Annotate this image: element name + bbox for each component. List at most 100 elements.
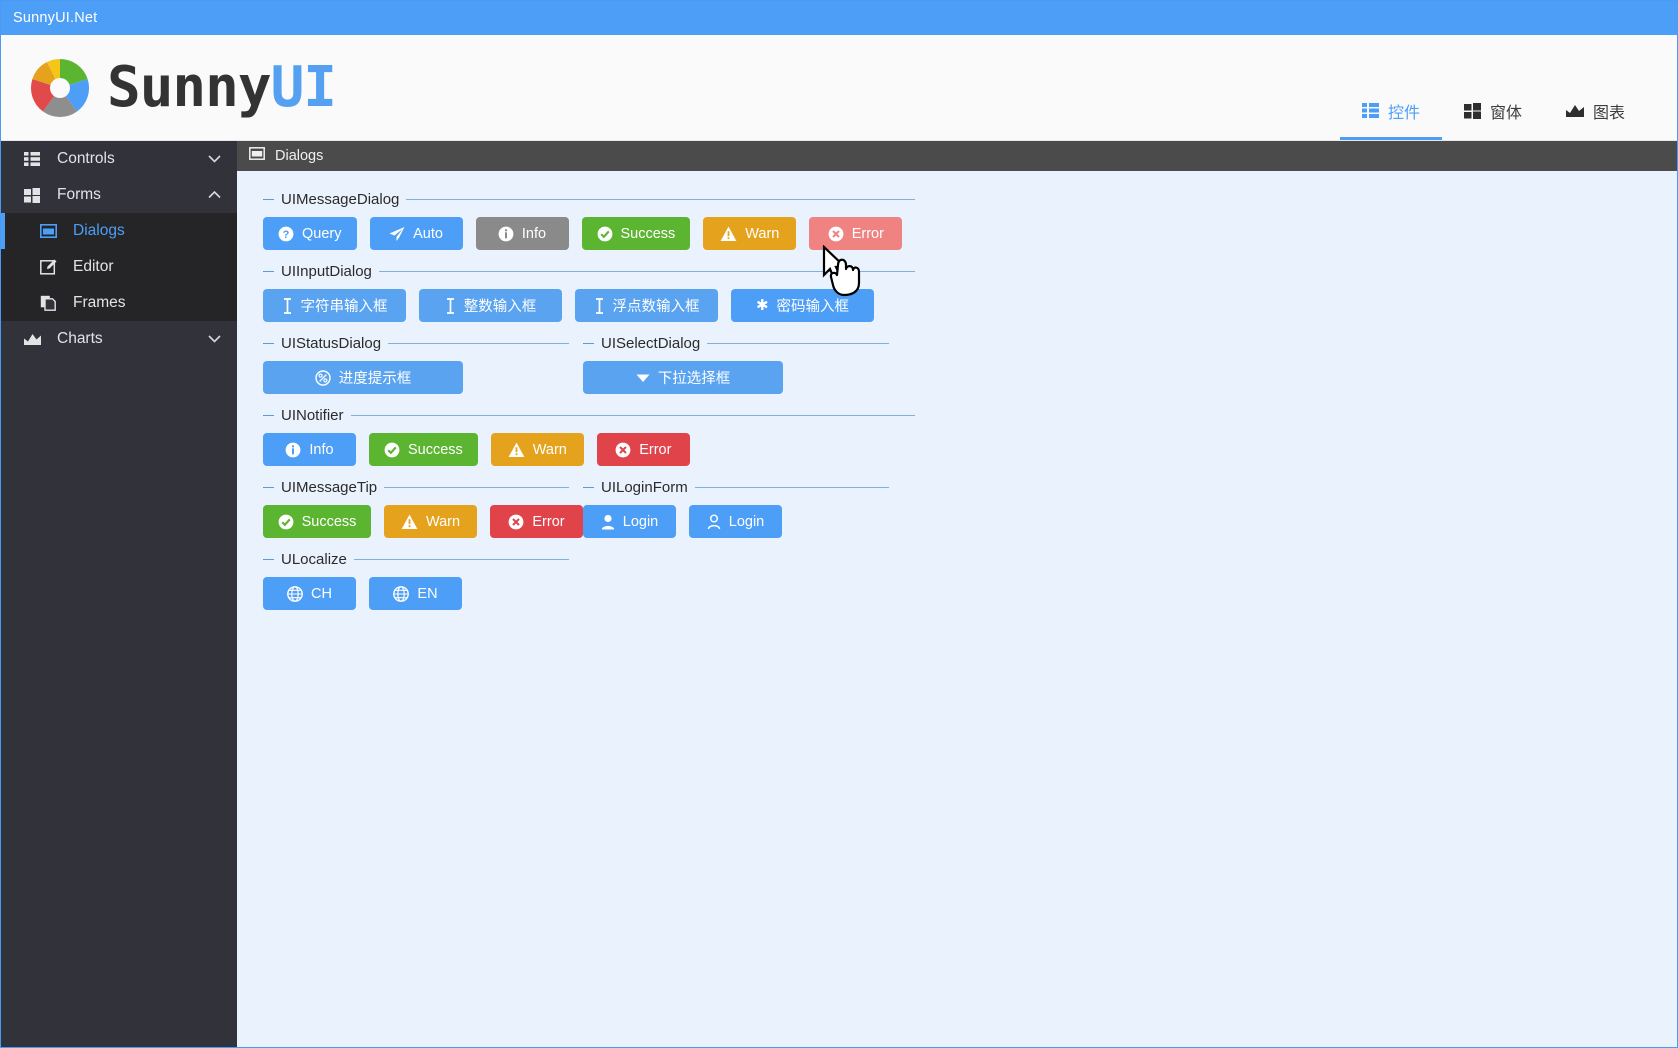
tab-forms-label: 窗体	[1489, 104, 1522, 122]
sidebar-item-editor[interactable]: Editor	[1, 249, 237, 285]
group-header-message-dialog: UIMessageDialog	[263, 191, 915, 208]
warning-triangle-icon	[508, 442, 525, 458]
user-solid-icon	[601, 514, 615, 530]
logo-word-ui: UI	[270, 54, 337, 120]
button-label: Warn	[745, 225, 780, 242]
chevron-up-icon	[208, 186, 221, 204]
globe-icon	[393, 585, 410, 602]
group-rule	[694, 487, 889, 488]
button-label: 进度提示框	[338, 371, 412, 387]
group-header-localize: ULocalize	[263, 551, 569, 568]
group-dash	[263, 199, 274, 200]
group-header-select-dialog: UISelectDialog	[583, 335, 889, 352]
integer-input-button[interactable]: 整数输入框	[419, 289, 562, 322]
dropdown-select-button[interactable]: 下拉选择框	[583, 361, 783, 394]
login-solid-button[interactable]: Login	[583, 505, 676, 538]
localize-en-button[interactable]: EN	[369, 577, 462, 610]
sidebar-item-label: Controls	[57, 150, 115, 167]
password-input-button[interactable]: ✱ 密码输入框	[731, 289, 874, 322]
logo-word-sunny: Sunny	[107, 54, 272, 120]
tab-forms[interactable]: 窗体	[1442, 94, 1544, 140]
button-row-input-dialog: 字符串输入框 整数输入框 浮点数输入框 ✱ 密码输入框	[263, 289, 1677, 322]
button-row-notifier: Info Success Warn Error	[263, 433, 1677, 466]
group-label: UIStatusDialog	[281, 335, 382, 352]
notifier-warn-button[interactable]: Warn	[490, 433, 584, 466]
group-dash	[263, 487, 274, 488]
group-header-input-dialog: UIInputDialog	[263, 263, 915, 280]
group-rule	[350, 415, 915, 416]
user-outline-icon	[707, 514, 721, 530]
tab-charts-label: 图表	[1592, 104, 1625, 122]
tip-warn-button[interactable]: Warn	[384, 505, 477, 538]
button-row-message-tip: Success Warn Error	[263, 505, 583, 538]
localize-ch-button[interactable]: CH	[263, 577, 356, 610]
group-dash	[583, 343, 594, 344]
logo-wordmark: SunnyUI	[107, 59, 337, 116]
success-button[interactable]: Success	[581, 217, 691, 250]
group-header-status-dialog: UIStatusDialog	[263, 335, 569, 352]
group-rule	[378, 271, 915, 272]
text-cursor-icon	[282, 297, 293, 314]
string-input-button[interactable]: 字符串输入框	[263, 289, 406, 322]
sidebar-item-frames[interactable]: Frames	[1, 285, 237, 321]
info-button[interactable]: Info	[475, 217, 569, 250]
auto-button[interactable]: Auto	[369, 217, 463, 250]
asterisk-icon: ✱	[755, 297, 769, 314]
info-circle-icon	[498, 226, 514, 242]
section-notifier: UINotifier Info Success Warn Error	[237, 407, 1677, 466]
content-panel: UIMessageDialog ? Query Auto Info Succes…	[237, 171, 1677, 1047]
tab-charts[interactable]: 图表	[1544, 94, 1647, 140]
sidebar-item-dialogs[interactable]: Dialogs	[1, 213, 237, 249]
window-icon	[249, 147, 265, 165]
app-logo: SunnyUI	[1, 57, 337, 119]
group-dash	[263, 343, 274, 344]
check-circle-icon	[597, 226, 613, 242]
notifier-info-button[interactable]: Info	[263, 433, 356, 466]
window-titlebar: SunnyUI.Net	[1, 1, 1677, 35]
button-row-status-dialog: 进度提示框	[263, 361, 583, 394]
group-rule	[406, 199, 915, 200]
group-dash	[263, 559, 274, 560]
notifier-error-button[interactable]: Error	[596, 433, 690, 466]
progress-dialog-button[interactable]: 进度提示框	[263, 361, 463, 394]
group-header-login-form: UILoginForm	[583, 479, 889, 496]
query-button[interactable]: ? Query	[263, 217, 357, 250]
app-header: SunnyUI 控件 窗体 图表	[1, 35, 1677, 141]
warn-button[interactable]: Warn	[703, 217, 797, 250]
button-row-localize: CH EN	[263, 577, 1677, 610]
warning-triangle-icon	[401, 514, 418, 530]
warning-triangle-icon	[720, 226, 737, 242]
button-label: EN	[417, 585, 438, 602]
button-label: Error	[851, 225, 884, 242]
group-header-notifier: UINotifier	[263, 407, 915, 424]
group-dash	[263, 415, 274, 416]
float-input-button[interactable]: 浮点数输入框	[575, 289, 718, 322]
logo-center-hole	[50, 77, 70, 98]
edit-icon	[35, 259, 61, 275]
notifier-success-button[interactable]: Success	[369, 433, 478, 466]
button-label: Success	[620, 225, 676, 242]
sidebar-item-forms[interactable]: Forms	[1, 177, 237, 213]
info-circle-icon	[285, 442, 301, 458]
sidebar-item-charts[interactable]: Charts	[1, 321, 237, 357]
button-label: Info	[309, 441, 334, 458]
globe-icon	[287, 585, 303, 602]
login-outline-button[interactable]: Login	[689, 505, 782, 538]
button-row-message-dialog: ? Query Auto Info Success Warn Error	[263, 217, 1677, 250]
tip-error-button[interactable]: Error	[490, 505, 583, 538]
tip-success-button[interactable]: Success	[263, 505, 371, 538]
app-body: Controls Forms Dialogs Editor Frames Cha…	[1, 141, 1677, 1047]
section-input-dialog: UIInputDialog 字符串输入框 整数输入框 浮点数输入框 ✱ 密码输入…	[237, 263, 1677, 322]
header-tabs: 控件 窗体 图表	[1339, 35, 1647, 140]
sidebar-item-controls[interactable]: Controls	[1, 141, 237, 177]
copy-icon	[35, 295, 61, 311]
text-cursor-icon	[445, 297, 456, 314]
application-window: SunnyUI.Net SunnyUI 控件 窗体 图表 Controls Fo…	[0, 0, 1678, 1048]
error-button[interactable]: Error	[809, 217, 903, 250]
button-label: Info	[521, 225, 547, 242]
windows-icon	[19, 187, 45, 203]
tab-controls[interactable]: 控件	[1339, 94, 1442, 140]
button-label: Login	[622, 513, 659, 530]
group-rule	[388, 343, 569, 344]
section-login-form: UILoginForm Login Login	[583, 479, 893, 551]
